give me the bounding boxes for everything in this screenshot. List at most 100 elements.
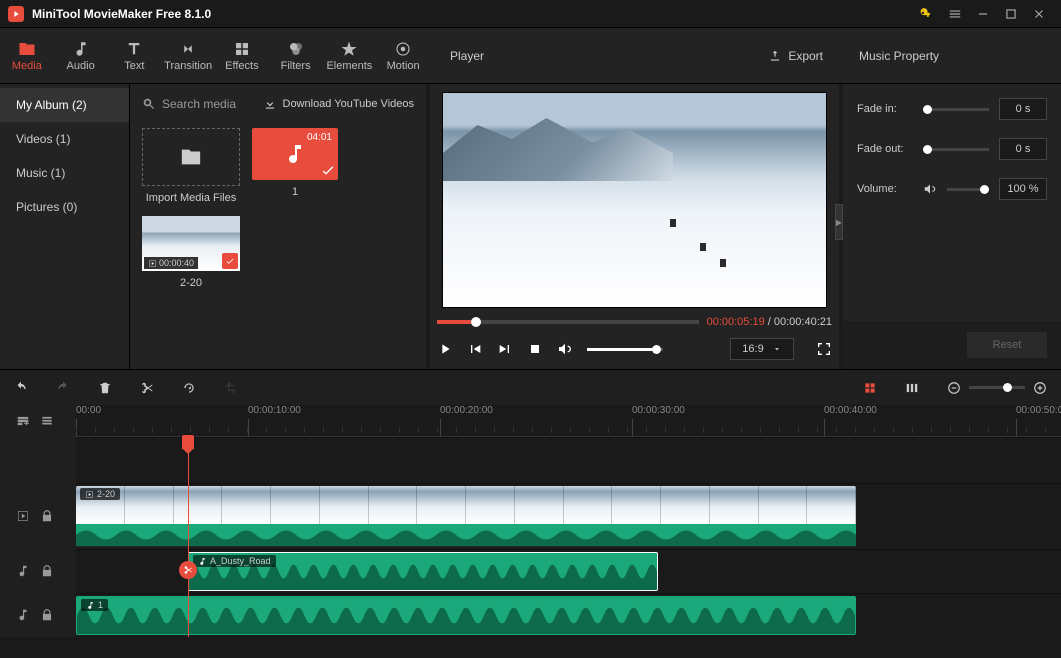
volume-slider[interactable] [587,348,663,351]
clip-label: 1 [81,599,108,611]
media-thumb-video-1[interactable]: 00:00:40 [142,216,240,271]
close-button[interactable] [1025,0,1053,28]
delete-button[interactable] [98,381,112,395]
prop-volume-value[interactable]: 100 % [999,178,1047,200]
ruler-tick: 00:00:40:00 [824,405,877,416]
reset-button[interactable]: Reset [967,332,1047,358]
sidebar-item-music[interactable]: Music (1) [0,156,129,190]
import-label: Import Media Files [146,192,236,204]
zoom-out-button[interactable] [947,381,961,395]
music-thumb-label: 1 [292,186,298,198]
tool-tabs-row: Media Audio Text Transition Effects Filt… [0,28,1061,84]
add-track-icon[interactable] [16,414,30,428]
stop-button[interactable] [527,341,543,357]
import-media-tile[interactable] [142,128,240,186]
video-thumb-duration: 00:00:40 [144,257,198,269]
zoom-slider[interactable] [969,386,1025,389]
view-mode-1-icon[interactable] [863,381,877,395]
video-thumb-label: 2-20 [180,277,202,289]
volume-label: Volume: [857,183,913,195]
menu-icon[interactable] [941,0,969,28]
export-button[interactable]: Export [768,49,823,63]
fadein-label: Fade in: [857,103,913,115]
sidebar-item-videos[interactable]: Videos (1) [0,122,129,156]
track-layers-icon[interactable] [40,414,54,428]
audio-track-1: A_Dusty_Road [0,549,1061,593]
clip-label: 2-20 [80,488,120,500]
app-title: MiniTool MovieMaker Free 8.1.0 [32,7,913,21]
properties-panel: ▶ Fade in: 0 s Fade out: 0 s Volume: 100… [843,84,1061,369]
clip-label: A_Dusty_Road [193,555,276,567]
split-button[interactable] [140,381,154,395]
app-logo-icon [8,6,24,22]
media-thumb-music-1[interactable]: 04:01 [252,128,338,180]
tab-audio[interactable]: Audio [54,28,108,83]
player-panel: 00:00:05:19 / 00:00:40:21 16:9 [430,84,839,369]
redo-button[interactable] [56,381,70,395]
panel-collapse-icon[interactable]: ▶ [835,204,843,240]
tab-elements[interactable]: Elements [323,28,377,83]
tab-media[interactable]: Media [0,28,54,83]
fadein-slider[interactable] [923,108,989,111]
download-youtube-button[interactable]: Download YouTube Videos [263,97,415,111]
minimize-button[interactable] [969,0,997,28]
check-icon [222,253,238,269]
tab-motion[interactable]: Motion [376,28,430,83]
audio-track-icon [16,564,30,578]
video-clip-1[interactable]: 2-20 [76,486,856,547]
next-frame-button[interactable] [497,341,513,357]
lock-icon[interactable] [40,608,54,622]
view-mode-2-icon[interactable] [905,381,919,395]
properties-header: Music Property [843,28,1061,83]
fadeout-slider[interactable] [923,148,989,151]
activate-key-icon[interactable] [913,0,941,28]
fullscreen-button[interactable] [816,341,832,357]
timeline-tracks: 2-20 A_Dusty_Road [0,437,1061,637]
download-icon [263,97,277,111]
play-button[interactable] [437,341,453,357]
video-preview[interactable] [442,92,827,308]
timeline-ruler[interactable]: 00:00 00:00:10:00 00:00:20:00 00:00:30:0… [76,405,1061,437]
sidebar-item-pictures[interactable]: Pictures (0) [0,190,129,224]
fadein-value[interactable]: 0 s [999,98,1047,120]
audio-clip-1[interactable]: A_Dusty_Road [188,552,658,591]
volume-icon[interactable] [557,341,573,357]
audio-track-2: 1 [0,593,1061,637]
album-sidebar: My Album (2) Videos (1) Music (1) Pictur… [0,84,130,369]
tab-filters[interactable]: Filters [269,28,323,83]
sidebar-item-myalbum[interactable]: My Album (2) [0,88,129,122]
search-input[interactable]: Search media [142,97,236,111]
zoom-in-button[interactable] [1033,381,1047,395]
player-header: Player Export [434,28,839,83]
ruler-tick: 00:00:20:00 [440,405,493,416]
music-duration: 04:01 [307,132,332,143]
speed-button[interactable] [182,381,196,395]
timecode: 00:00:05:19 / 00:00:40:21 [707,316,832,328]
tab-transition[interactable]: Transition [161,28,215,83]
tab-text[interactable]: Text [108,28,162,83]
lock-icon[interactable] [40,564,54,578]
player-title: Player [450,49,484,63]
ruler-tick: 00:00:50:00 [1016,405,1061,416]
media-library: Search media Download YouTube Videos Imp… [130,84,426,369]
lock-icon[interactable] [40,509,54,523]
scrub-bar[interactable] [437,320,699,324]
chevron-down-icon [772,344,782,354]
prop-volume-slider[interactable] [947,188,989,191]
fadeout-value[interactable]: 0 s [999,138,1047,160]
ruler-tick: 00:00:30:00 [632,405,685,416]
undo-button[interactable] [14,381,28,395]
aspect-ratio-select[interactable]: 16:9 [730,338,794,360]
timeline: 00:00 00:00:10:00 00:00:20:00 00:00:30:0… [0,405,1061,637]
fadeout-label: Fade out: [857,143,913,155]
audio-clip-2[interactable]: 1 [76,596,856,635]
titlebar: MiniTool MovieMaker Free 8.1.0 [0,0,1061,28]
prev-frame-button[interactable] [467,341,483,357]
tab-effects[interactable]: Effects [215,28,269,83]
ruler-tick: 00:00 [76,405,101,416]
crop-button[interactable] [224,381,238,395]
check-icon [320,162,336,178]
timeline-ruler-row: 00:00 00:00:10:00 00:00:20:00 00:00:30:0… [0,405,1061,437]
tool-tabs: Media Audio Text Transition Effects Filt… [0,28,430,83]
maximize-button[interactable] [997,0,1025,28]
